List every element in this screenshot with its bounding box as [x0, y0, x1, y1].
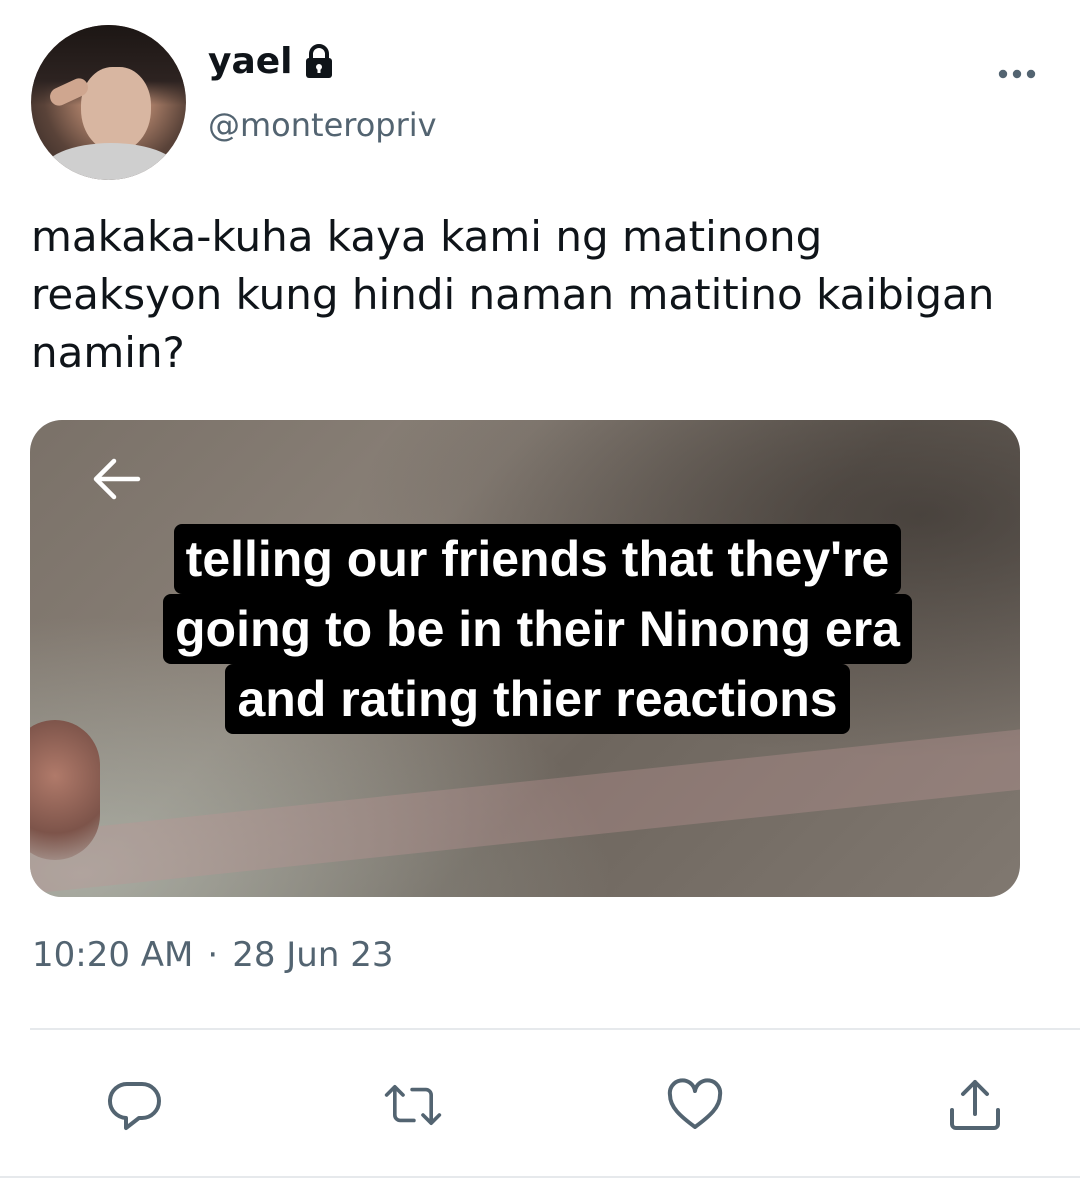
lock-icon — [301, 43, 337, 81]
share-button[interactable] — [945, 1075, 1005, 1135]
media-finger — [30, 720, 100, 860]
reply-button[interactable] — [105, 1075, 165, 1135]
like-button[interactable] — [665, 1075, 725, 1135]
timestamp[interactable]: 10:20 AM · 28 Jun 23 — [32, 933, 393, 977]
divider — [30, 1028, 1080, 1030]
caption-line-2: going to be in their Ninong era — [163, 594, 912, 664]
tweet-time[interactable]: 10:20 AM — [32, 935, 193, 975]
share-icon — [950, 1080, 1000, 1130]
caption-line-3: and rating thier reactions — [225, 664, 850, 734]
reply-icon — [108, 1081, 161, 1130]
back-arrow-icon — [88, 455, 144, 503]
avatar-shirt — [41, 143, 181, 180]
author-name-row[interactable]: yael — [208, 40, 337, 84]
display-name[interactable]: yael — [208, 40, 293, 84]
avatar-face — [81, 67, 151, 152]
heart-icon — [667, 1078, 723, 1129]
avatar[interactable] — [31, 25, 186, 180]
retweet-button[interactable] — [383, 1075, 443, 1135]
tweet-date[interactable]: 28 Jun 23 — [232, 935, 393, 975]
timestamp-separator: · — [207, 935, 219, 975]
caption-line-1: telling our friends that they're — [173, 524, 902, 594]
media-caption: telling our friends that they're going t… — [120, 524, 955, 734]
tweet-text: makaka-kuha kaya kami ng matinong reaksy… — [31, 212, 995, 377]
more-icon[interactable] — [995, 60, 1039, 88]
handle[interactable]: @monteropriv — [208, 105, 437, 145]
retweet-icon — [384, 1085, 442, 1125]
bottom-divider — [0, 1176, 1080, 1178]
